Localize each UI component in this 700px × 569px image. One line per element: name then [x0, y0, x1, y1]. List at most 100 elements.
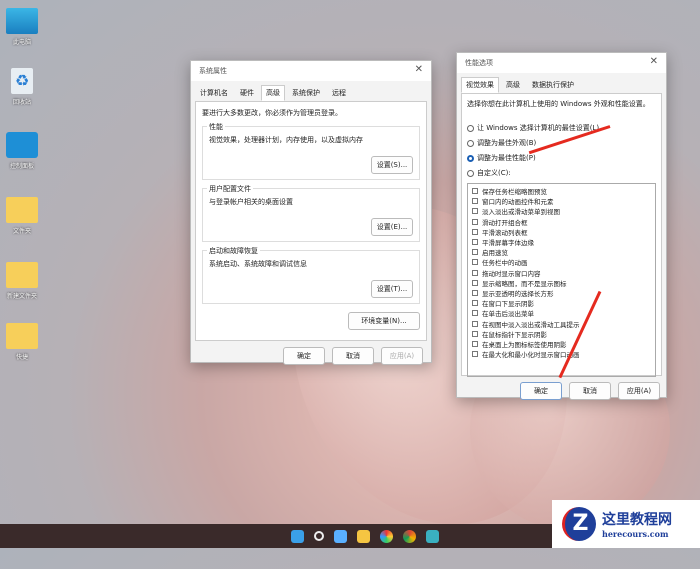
effect-checkbox[interactable]: 平滑滚动列表框 [472, 227, 651, 237]
effect-checkbox[interactable]: 平滑屏幕字体边缘 [472, 237, 651, 247]
search-icon[interactable] [314, 531, 324, 541]
effect-checkbox[interactable]: 在桌面上为图标标签使用阴影 [472, 339, 651, 349]
tab-hardware[interactable]: 硬件 [235, 85, 259, 101]
desktop-icon-folder-shortcut[interactable]: 新建文件夹 [4, 262, 40, 300]
group-desc: 系统启动、系统故障和调试信息 [209, 260, 307, 268]
effect-checkbox[interactable]: 在最大化和最小化时显示窗口动画 [472, 349, 651, 359]
start-icon[interactable] [291, 529, 304, 543]
dialog-title: 性能选项 [465, 59, 493, 67]
group-label: 性能 [207, 122, 225, 132]
effect-checkbox[interactable]: 滑动打开组合框 [472, 217, 651, 227]
desktop-icon-control-panel[interactable]: 控制面板 [4, 132, 40, 170]
cancel-button[interactable]: 取消 [332, 347, 374, 365]
checkbox-label: 在单击后淡出菜单 [482, 310, 534, 319]
checkbox-icon [472, 310, 478, 317]
checkbox-icon [472, 351, 478, 358]
file-explorer-icon[interactable] [357, 529, 370, 543]
folder-icon [6, 197, 38, 223]
watermark: Z 这里教程网 herecours.com [552, 500, 700, 548]
group-desc: 与登录帐户相关的桌面设置 [209, 198, 293, 206]
effect-checkbox[interactable]: 在单击后淡出菜单 [472, 308, 651, 318]
checkbox-icon [472, 218, 478, 225]
checkbox-icon [472, 198, 478, 205]
performance-group: 性能视觉效果，处理器计划，内存使用，以及虚拟内存设置(S)... [202, 122, 420, 180]
checkbox-icon [472, 320, 478, 327]
checkbox-icon [472, 239, 478, 246]
tab-advanced[interactable]: 高级 [261, 85, 285, 101]
watermark-logo-icon: Z [562, 507, 596, 541]
radio-label: 调整为最佳性能(P) [477, 154, 536, 162]
checkbox-icon [472, 300, 478, 307]
effect-checkbox[interactable]: 显示亚透明的选择长方形 [472, 288, 651, 298]
tab-remote[interactable]: 远程 [327, 85, 351, 101]
apply-button[interactable]: 应用(A) [381, 347, 423, 365]
group-desc: 视觉效果，处理器计划，内存使用，以及虚拟内存 [209, 136, 363, 144]
tab-system-protection[interactable]: 系统保护 [287, 85, 325, 101]
checkbox-icon [472, 259, 478, 266]
monitor-icon [6, 8, 38, 34]
title-bar: 性能选项 ✕ [457, 53, 666, 73]
radio-label: 让 Windows 选择计算机的最佳设置(L) [477, 124, 600, 132]
effect-checkbox[interactable]: 拖动时显示窗口内容 [472, 268, 651, 278]
task-view-icon[interactable] [334, 529, 347, 543]
desktop-icon-folder[interactable]: 文件夹 [4, 197, 40, 235]
close-icon[interactable]: ✕ [650, 56, 658, 67]
checkbox-label: 显示缩略图，而不是显示图标 [482, 279, 567, 288]
desktop-icon-recycle-bin[interactable]: ♻ 回收站 [4, 68, 40, 106]
cancel-button[interactable]: 取消 [569, 382, 611, 400]
chrome-icon[interactable] [403, 529, 416, 543]
ok-button[interactable]: 确定 [520, 382, 562, 400]
ok-button[interactable]: 确定 [283, 347, 325, 365]
checkbox-label: 在最大化和最小化时显示窗口动画 [482, 351, 580, 360]
desktop-icon-this-pc[interactable]: 此电脑 [4, 8, 40, 46]
radio-icon [467, 139, 474, 147]
watermark-url: herecours.com [602, 529, 669, 539]
intro-text: 选择你想在此计算机上使用的 Windows 外观和性能设置。 [467, 100, 650, 108]
checkbox-label: 滑动打开组合框 [482, 218, 528, 227]
desktop-icon-folder-shortcut-2[interactable]: 快捷 [4, 323, 40, 361]
control-panel-icon [6, 132, 38, 158]
effect-checkbox[interactable]: 任务栏中的动画 [472, 257, 651, 267]
effect-checkbox[interactable]: 在鼠标指针下显示阴影 [472, 329, 651, 339]
performance-settings-button[interactable]: 设置(S)... [371, 156, 413, 174]
effect-checkbox[interactable]: 显示缩略图，而不是显示图标 [472, 278, 651, 288]
system-properties-dialog: 系统属性 ✕ 计算机名 硬件 高级 系统保护 远程 要进行大多数更改，你必须作为管… [190, 60, 432, 365]
checkbox-label: 任务栏中的动画 [482, 259, 528, 268]
visual-effects-list[interactable]: 保存任务栏缩略图预览窗口内的动画控件和元素 淡入淡出或滑动菜单到视图滑动打开组合框… [467, 183, 656, 377]
apply-button[interactable]: 应用(A) [618, 382, 660, 400]
checkbox-label: 拖动时显示窗口内容 [482, 269, 541, 278]
effect-checkbox[interactable]: 启用速览 [472, 247, 651, 257]
app-icon[interactable] [426, 529, 439, 543]
radio-let-windows-choose[interactable]: 让 Windows 选择计算机的最佳设置(L) [467, 123, 656, 133]
user-profiles-settings-button[interactable]: 设置(E)... [371, 218, 413, 236]
checkbox-icon [472, 249, 478, 256]
radio-selected-icon [467, 154, 474, 162]
checkbox-label: 窗口内的动画控件和元素 [482, 198, 554, 207]
recycle-bin-icon: ♻ [11, 68, 33, 94]
effect-checkbox[interactable]: 淡入淡出或滑动菜单到视图 [472, 206, 651, 216]
browser-icon[interactable] [380, 529, 393, 543]
effect-checkbox[interactable]: 窗口内的动画控件和元素 [472, 196, 651, 206]
checkbox-icon [472, 340, 478, 347]
effect-checkbox[interactable]: 在视图中淡入淡出或滑动工具提示 [472, 318, 651, 329]
close-icon[interactable]: ✕ [415, 64, 423, 75]
tab-visual-effects[interactable]: 视觉效果 [461, 77, 499, 93]
radio-best-performance[interactable]: 调整为最佳性能(P) [467, 153, 656, 163]
tab-advanced[interactable]: 高级 [501, 77, 525, 93]
startup-settings-button[interactable]: 设置(T)... [371, 280, 413, 298]
checkbox-icon [472, 208, 478, 215]
environment-variables-button[interactable]: 环境变量(N)... [348, 312, 420, 330]
tab-computer-name[interactable]: 计算机名 [195, 85, 233, 101]
checkbox-icon [472, 269, 478, 276]
admin-note: 要进行大多数更改，你必须作为管理员登录。 [202, 109, 342, 117]
radio-icon [467, 169, 474, 177]
radio-custom[interactable]: 自定义(C): [467, 168, 656, 178]
dialog-title: 系统属性 [199, 67, 227, 75]
checkbox-label: 显示亚透明的选择长方形 [482, 289, 554, 298]
effect-checkbox[interactable]: 在窗口下显示阴影 [472, 298, 651, 308]
checkbox-label: 平滑滚动列表框 [482, 228, 528, 237]
effect-checkbox[interactable]: 保存任务栏缩略图预览 [472, 186, 651, 196]
checkbox-label: 在视图中淡入淡出或滑动工具提示 [482, 320, 580, 329]
checkbox-icon [472, 188, 478, 195]
tab-dep[interactable]: 数据执行保护 [527, 77, 579, 93]
